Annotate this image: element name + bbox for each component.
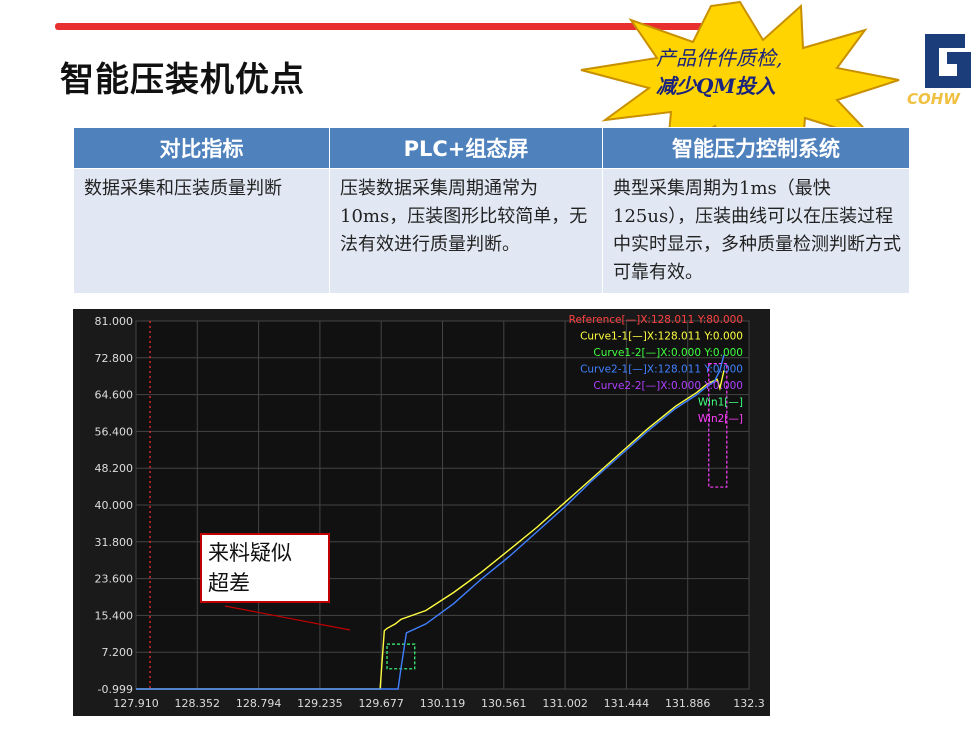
y-tick-label: 64.600 bbox=[95, 389, 134, 402]
x-tick-label: 132.3 bbox=[733, 697, 765, 710]
legend-entry: Win2[—] bbox=[698, 413, 743, 425]
y-tick-label: 7.200 bbox=[102, 646, 134, 659]
table-cell: 数据采集和压装质量判断 bbox=[73, 168, 330, 294]
legend-entry: Curve1-1[—]X:128.011 Y:0.000 bbox=[580, 331, 743, 343]
x-tick-label: 131.886 bbox=[665, 697, 711, 710]
y-tick-label: 72.800 bbox=[95, 352, 134, 365]
table-row: 数据采集和压装质量判断 压装数据采集周期通常为10ms，压装图形比较简单，无法有… bbox=[73, 168, 910, 294]
legend-entry: Curve2-2[—]X:0.000 Y:0.000 bbox=[593, 380, 743, 392]
company-logo: COHW bbox=[907, 34, 971, 108]
table-cell: 压装数据采集周期通常为10ms，压装图形比较简单，无法有效进行质量判断。 bbox=[329, 168, 603, 294]
annotation-callout: 来料疑似 超差 bbox=[200, 533, 330, 603]
y-tick-label: 31.800 bbox=[95, 536, 134, 549]
x-tick-label: 130.561 bbox=[481, 697, 527, 710]
callout-line-1: 来料疑似 bbox=[208, 541, 292, 565]
page-title: 智能压装机优点 bbox=[60, 60, 305, 100]
x-tick-label: 130.119 bbox=[420, 697, 466, 710]
legend-entry: Curve1-2[—]X:0.000 Y:0.000 bbox=[593, 347, 743, 359]
y-tick-label: 15.400 bbox=[95, 609, 134, 622]
table-header: PLC+组态屏 bbox=[329, 127, 603, 169]
y-tick-label: 40.000 bbox=[95, 499, 134, 512]
starburst-line-1: 产品件件质检, bbox=[656, 46, 783, 70]
x-tick-label: 128.352 bbox=[175, 697, 221, 710]
legend-entry: Reference[—]X:128.011 Y:80.000 bbox=[569, 314, 743, 326]
x-tick-label: 129.677 bbox=[358, 697, 404, 710]
legend-entry: Curve2-1[—]X:128.011 Y:0.000 bbox=[580, 364, 743, 376]
table-header: 对比指标 bbox=[73, 127, 330, 169]
x-tick-label: 127.910 bbox=[113, 697, 159, 710]
callout-line-2: 超差 bbox=[208, 571, 250, 595]
y-tick-label: 48.200 bbox=[95, 462, 134, 475]
starburst-line-2: 减少QM投入 bbox=[656, 74, 776, 98]
table-cell: 典型采集周期为1ms（最快125us），压装曲线可以在压装过程中实时显示，多种质… bbox=[602, 168, 910, 294]
x-tick-label: 129.235 bbox=[297, 697, 343, 710]
force-displacement-chart: 81.000 72.800 64.600 56.400 48.200 40.000 31.8… bbox=[73, 309, 770, 716]
x-tick-label: 131.002 bbox=[542, 697, 588, 710]
x-tick-label: 131.444 bbox=[604, 697, 650, 710]
y-tick-label: 56.400 bbox=[95, 425, 134, 438]
y-tick-label: 81.000 bbox=[95, 315, 134, 328]
y-tick-label: -0.999 bbox=[98, 683, 133, 696]
y-tick-label: 23.600 bbox=[95, 573, 134, 586]
svg-text:COHW: COHW bbox=[907, 90, 961, 108]
starburst-text: 产品件件质检, 减少QM投入 bbox=[656, 44, 856, 100]
x-tick-label: 128.794 bbox=[236, 697, 282, 710]
legend-entry: Win1[—] bbox=[698, 397, 743, 409]
table-header: 智能压力控制系统 bbox=[602, 127, 910, 169]
comparison-table: 对比指标 PLC+组态屏 智能压力控制系统 数据采集和压装质量判断 压装数据采集… bbox=[73, 127, 910, 294]
chart-canvas: 81.000 72.800 64.600 56.400 48.200 40.000 31.8… bbox=[95, 314, 765, 710]
